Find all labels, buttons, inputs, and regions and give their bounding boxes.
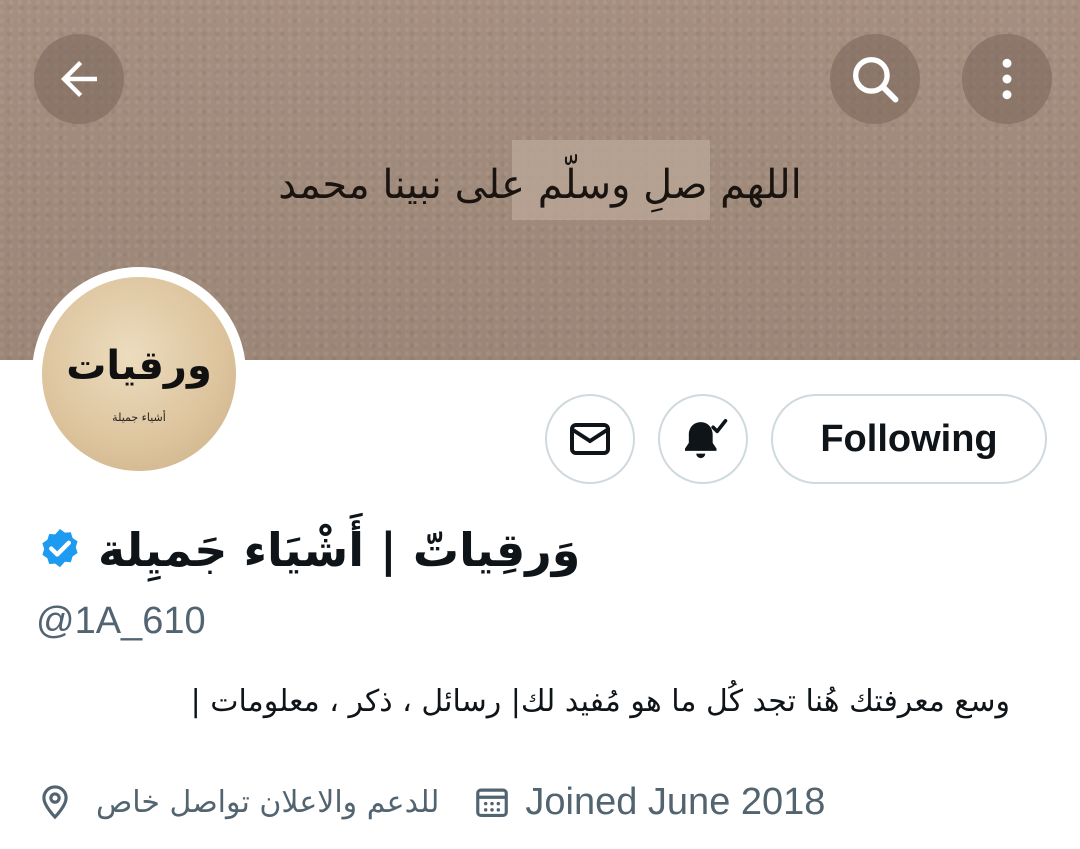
following-button[interactable]: Following: [771, 394, 1047, 484]
display-name: وَرقِياتّ | أَشْيَاء جَميِلة: [98, 523, 581, 577]
profile-bio: وسع معرفتك هُنا تجد كُل ما هو مُفيد لك| …: [190, 684, 1010, 719]
calendar-icon: [473, 783, 511, 821]
avatar-subtitle: أشياء جميلة: [112, 411, 166, 424]
message-button[interactable]: [545, 394, 635, 484]
notifications-button[interactable]: [658, 394, 748, 484]
more-vertical-icon: [1002, 58, 1012, 100]
avatar-title: ورقيات: [66, 343, 212, 389]
avatar[interactable]: ورقيات أشياء جميلة: [42, 277, 236, 471]
bell-check-icon: [685, 418, 728, 459]
user-handle: @1A_610: [36, 600, 206, 642]
search-icon: [853, 57, 899, 103]
location-pin-icon: [36, 783, 74, 821]
arrow-left-icon: [61, 61, 97, 97]
banner-text: اللهم صلِ وسلّم على نبينا محمد: [278, 162, 802, 208]
verified-badge-icon: [42, 529, 78, 568]
envelope-icon: [570, 423, 610, 455]
name-row: وَرقِياتّ | أَشْيَاء جَميِلة: [36, 510, 580, 590]
profile-meta: للدعم والاعلان تواصل خاص Joined June 201…: [36, 772, 825, 832]
more-button[interactable]: [962, 34, 1052, 124]
search-button[interactable]: [830, 34, 920, 124]
back-button[interactable]: [34, 34, 124, 124]
profile-location: للدعم والاعلان تواصل خاص: [96, 784, 440, 820]
joined-date: Joined June 2018: [525, 780, 826, 823]
